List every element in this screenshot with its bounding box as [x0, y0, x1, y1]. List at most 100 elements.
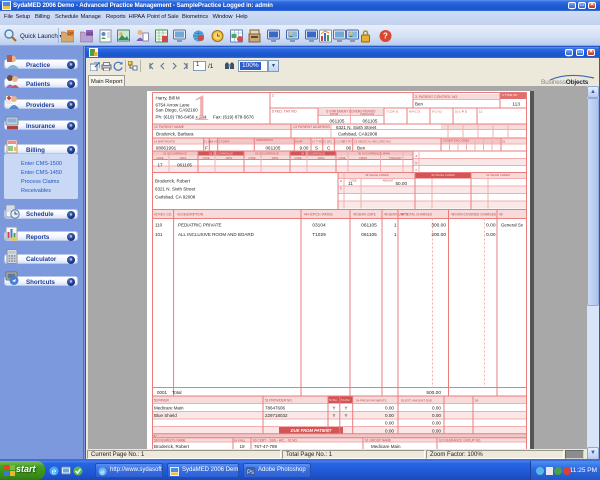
svg-text:Y: Y	[345, 406, 348, 411]
svg-text:33 OCCURRENCE: 33 OCCURRENCE	[255, 152, 279, 156]
svg-text:50 PAYER: 50 PAYER	[154, 399, 169, 403]
svg-text:6321 N. Sixth Street: 6321 N. Sixth Street	[336, 125, 377, 130]
svg-text:39 VALUE CODES: 39 VALUE CODES	[365, 173, 389, 177]
svg-text:Blue Shield: Blue Shield	[154, 413, 177, 418]
svg-text:CPT: CPT	[68, 31, 75, 36]
svg-text:Y: Y	[333, 406, 336, 411]
svg-text:44 HCPCS / RATES: 44 HCPCS / RATES	[304, 213, 333, 217]
svg-text:Y: Y	[345, 413, 348, 418]
svg-text:a: a	[340, 179, 342, 183]
svg-text:18 HR: 18 HR	[295, 140, 302, 144]
svg-text:20 SRC: 20 SRC	[323, 140, 332, 144]
svg-text:300.00: 300.00	[431, 223, 446, 229]
svg-text:061105: 061105	[266, 146, 281, 151]
svg-text:0.00: 0.00	[486, 232, 496, 238]
svg-text:061105: 061105	[363, 119, 378, 124]
svg-text:FROM: FROM	[359, 157, 366, 160]
svg-text:Ps: Ps	[247, 470, 254, 476]
svg-text:41 VALUE CODES: 41 VALUE CODES	[486, 173, 510, 177]
svg-text:S: S	[315, 146, 318, 151]
svg-text:78647606: 78647606	[265, 406, 286, 411]
svg-text:11: 11	[479, 110, 482, 114]
svg-text:47 TOTAL CHARGES: 47 TOTAL CHARGES	[401, 213, 432, 217]
svg-text:56: 56	[475, 399, 479, 403]
svg-text:16 MS: 16 MS	[210, 140, 218, 144]
svg-text:1: 1	[394, 223, 397, 229]
svg-text:FROM: FROM	[330, 112, 339, 116]
svg-text:ICD: ICD	[87, 31, 94, 36]
svg-text:48 NON-COVERED CHARGES: 48 NON-COVERED CHARGES	[451, 213, 496, 217]
svg-text:061105: 061105	[330, 119, 345, 124]
svg-text:b: b	[340, 187, 342, 191]
svg-text:17: 17	[157, 163, 163, 168]
svg-text:0001: 0001	[157, 390, 168, 395]
svg-text:Broderick, Robert: Broderick, Robert	[155, 179, 191, 184]
svg-text:0.00: 0.00	[432, 406, 441, 411]
svg-text:34 OCCURRENCE: 34 OCCURRENCE	[301, 152, 325, 156]
svg-text:?: ?	[383, 32, 388, 41]
svg-text:1: 1	[192, 91, 211, 129]
svg-text:061105: 061105	[177, 163, 192, 168]
svg-text:CONDITION CODES: CONDITION CODES	[443, 139, 470, 143]
svg-text:113: 113	[512, 102, 520, 108]
svg-text:52 REL: 52 REL	[329, 399, 338, 402]
svg-text:061105: 061105	[361, 223, 377, 229]
svg-text:CODE: CODE	[248, 157, 256, 160]
svg-text:61 GROUP NAME: 61 GROUP NAME	[365, 438, 391, 442]
svg-text:31: 31	[502, 140, 506, 144]
svg-text:9.00: 9.00	[300, 146, 309, 151]
svg-text:62 INSURANCE GROUP NO.: 62 INSURANCE GROUP NO.	[439, 438, 481, 442]
svg-text:40 VALUE CODES: 40 VALUE CODES	[431, 173, 455, 177]
svg-text:8 N-C D.: 8 N-C D.	[409, 110, 421, 114]
svg-text:45 SERV. DATE: 45 SERV. DATE	[353, 213, 376, 217]
svg-text:06: 06	[346, 146, 352, 151]
svg-text:54 PRIOR PAYMENTS: 54 PRIOR PAYMENTS	[356, 399, 387, 403]
svg-text:200.00: 200.00	[431, 232, 446, 238]
svg-text:59 P.REL: 59 P.REL	[234, 438, 246, 442]
svg-text:6321 N. Sixth Street: 6321 N. Sixth Street	[155, 187, 196, 192]
svg-text:31 OCCURRENCE: 31 OCCURRENCE	[163, 152, 187, 156]
svg-text:a: a	[416, 154, 418, 158]
svg-text:36 OCCURRENCE SPAN: 36 OCCURRENCE SPAN	[358, 152, 390, 156]
svg-text:500.00: 500.00	[426, 390, 441, 396]
svg-text:12 PATIENT NAME: 12 PATIENT NAME	[154, 125, 185, 129]
svg-text:60 CERT. - SSN - HIC. - ID NO.: 60 CERT. - SSN - HIC. - ID NO.	[253, 438, 298, 442]
svg-text:C: C	[327, 146, 331, 151]
svg-text:CODE: CODE	[156, 157, 164, 160]
svg-text:Carlsbad, CA92008: Carlsbad, CA92008	[338, 132, 378, 137]
svg-text:General Sx: General Sx	[501, 223, 524, 228]
svg-text:03104: 03104	[312, 223, 326, 229]
svg-text:Y: Y	[333, 413, 336, 418]
svg-text:0.00: 0.00	[432, 413, 441, 418]
svg-text:0.00: 0.00	[432, 421, 441, 426]
svg-text:DATE: DATE	[226, 157, 233, 160]
svg-text:e: e	[52, 467, 57, 476]
svg-text:Total: Total	[172, 390, 182, 395]
svg-text:Ben: Ben	[357, 146, 366, 151]
svg-text:CODE: CODE	[338, 157, 346, 160]
svg-text:0.00: 0.00	[385, 413, 394, 418]
svg-text:7 COV D.: 7 COV D.	[386, 110, 399, 114]
svg-text:Broderick, Barbara: Broderick, Barbara	[156, 132, 194, 137]
svg-text:DATE: DATE	[318, 157, 325, 160]
svg-text:3. PATIENT CONTROL NO.: 3. PATIENT CONTROL NO.	[415, 95, 458, 99]
svg-text:b: b	[416, 161, 418, 165]
svg-text:23 MEDICAL RECORD NO.: 23 MEDICAL RECORD NO.	[354, 140, 392, 144]
svg-text:50.00: 50.00	[396, 181, 408, 186]
svg-text:Harry, Bill M: Harry, Bill M	[156, 96, 180, 101]
svg-text:PEDIATRIC PRIVATE: PEDIATRIC PRIVATE	[178, 223, 222, 228]
svg-text:CODE: CODE	[294, 157, 302, 160]
svg-text:42 REV. CD.: 42 REV. CD.	[154, 213, 172, 217]
svg-text:32 OCCURRENCE: 32 OCCURRENCE	[209, 152, 233, 156]
svg-text:0.00: 0.00	[385, 406, 394, 411]
svg-text:ADMISSION: ADMISSION	[256, 138, 273, 142]
svg-text:13 PATIENT ADDRESS: 13 PATIENT ADDRESS	[293, 125, 330, 129]
svg-text:0.00: 0.00	[385, 421, 394, 426]
svg-text:22 STAT: 22 STAT	[342, 140, 352, 144]
svg-text:55 EST. AMOUNT DUE: 55 EST. AMOUNT DUE	[401, 399, 432, 403]
svg-text:DATE: DATE	[272, 157, 279, 160]
svg-text:061105: 061105	[361, 232, 377, 238]
svg-text:5 FED. TAX NO.: 5 FED. TAX NO.	[272, 110, 298, 114]
svg-text:08061991: 08061991	[156, 146, 177, 151]
svg-text:110: 110	[155, 223, 163, 228]
